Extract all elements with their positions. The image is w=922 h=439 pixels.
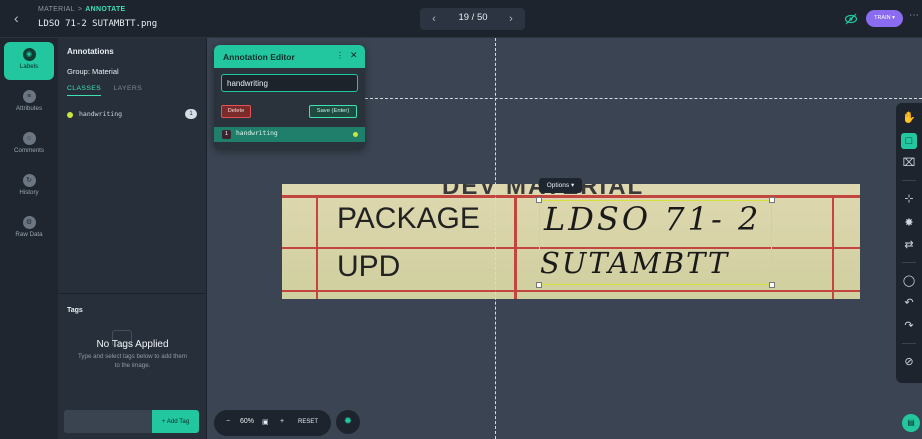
comment-icon[interactable]: ◯: [901, 273, 917, 289]
fit-screen-icon[interactable]: ▣: [262, 418, 269, 426]
repeat-icon[interactable]: ⇄: [901, 237, 917, 253]
comment-icon: ○: [22, 132, 36, 145]
add-tag-button[interactable]: + Add Tag: [152, 410, 199, 433]
rail-item-raw-data[interactable]: ⚙ Raw Data: [4, 210, 54, 248]
chat-icon[interactable]: ▤: [902, 414, 920, 432]
resize-handle-top-right[interactable]: [769, 197, 775, 203]
toolbar-divider: [902, 343, 916, 344]
annotations-panel: Annotations Group: Material CLASSES LAYE…: [58, 38, 207, 439]
resize-handle-bottom-right[interactable]: [769, 282, 775, 288]
crosshair-horizontal: [360, 98, 922, 99]
rail-item-attributes[interactable]: ≡ Attributes: [4, 84, 54, 122]
zoom-out-button[interactable]: −: [226, 418, 230, 425]
tags-title: Tags: [67, 307, 83, 314]
class-item-handwriting[interactable]: handwriting 1: [67, 109, 197, 121]
save-button[interactable]: Save (Enter): [309, 105, 357, 118]
reset-zoom-button[interactable]: RESET: [298, 419, 318, 425]
annotation-editor: Annotation Editor ⋮ ✕ Delete Save (Enter…: [214, 45, 365, 149]
class-name-input[interactable]: [221, 74, 358, 92]
toolbar-divider: [902, 262, 916, 263]
undo-icon[interactable]: ↶: [901, 295, 917, 311]
rail-label: Attributes: [15, 105, 43, 112]
clear-icon[interactable]: ⊘: [901, 354, 917, 370]
redo-icon[interactable]: ↷: [901, 318, 917, 334]
tab-layers[interactable]: LAYERS: [113, 85, 142, 95]
zoom-in-button[interactable]: +: [280, 418, 284, 425]
group-name: Group: Material: [67, 67, 119, 76]
breadcrumb-separator: >: [77, 6, 83, 13]
resize-handle-bottom-left[interactable]: [536, 282, 542, 288]
no-tags-title: No Tags Applied: [96, 339, 169, 350]
drag-handle-icon[interactable]: ⋮: [336, 51, 344, 60]
rail-item-labels[interactable]: ◉ Labels: [4, 42, 54, 80]
breadcrumb: MATERIAL > ANNOTATE: [38, 6, 126, 13]
photo-upd-label: UPD: [337, 250, 401, 283]
photo-package-label: PACKAGE: [337, 202, 480, 235]
next-image-button[interactable]: ›: [503, 11, 519, 27]
table-line: [514, 195, 517, 299]
options-label: Options: [546, 182, 570, 189]
bounding-box-handwriting[interactable]: [539, 200, 772, 285]
tags-divider: [58, 293, 207, 294]
rail-item-comments[interactable]: ○ Comments: [4, 126, 54, 164]
breadcrumb-parent[interactable]: MATERIAL: [38, 6, 75, 13]
table-line: [316, 195, 318, 299]
left-rail: ◉ Labels ≡ Attributes ○ Comments ↻ Histo…: [0, 38, 58, 439]
pan-hand-icon[interactable]: ✋: [901, 110, 917, 126]
options-button[interactable]: Options ▾: [539, 178, 582, 193]
file-name: LDSO 71-2 SUTAMBTT.png: [38, 19, 158, 29]
panel-title: Annotations: [67, 47, 114, 56]
back-arrow-icon[interactable]: ‹: [14, 10, 28, 26]
rail-label: Labels: [19, 63, 39, 70]
table-line: [282, 290, 860, 292]
more-options-icon[interactable]: ⋯: [909, 10, 919, 21]
page-counter: 19 / 50: [458, 12, 488, 23]
tab-classes[interactable]: CLASSES: [67, 85, 102, 96]
class-color-dot: [67, 112, 73, 118]
panel-tabs: CLASSES LAYERS: [67, 85, 152, 96]
toolbar-divider: [902, 180, 916, 181]
image-pager: ‹ 19 / 50 ›: [420, 8, 525, 30]
close-icon[interactable]: ✕: [350, 50, 358, 61]
train-label: TRAIN: [874, 15, 891, 21]
table-line: [832, 195, 834, 299]
rail-label: History: [19, 189, 39, 196]
zoom-controls: − 60% ▣ + RESET: [214, 410, 331, 436]
bounding-box-tool-icon[interactable]: □: [901, 133, 917, 149]
tag-icon: ◉: [22, 48, 36, 61]
brightness-icon[interactable]: ✹: [336, 410, 360, 434]
visibility-icon[interactable]: [844, 12, 858, 26]
rail-label: Comments: [14, 147, 44, 154]
rail-item-history[interactable]: ↻ History: [4, 168, 54, 206]
crop-tool-icon[interactable]: ⌧: [901, 155, 917, 171]
crosshair-vertical: [495, 38, 496, 439]
class-name: handwriting: [79, 110, 123, 118]
database-icon: ⚙: [22, 216, 36, 229]
class-count-badge: 1: [185, 109, 197, 119]
resize-handle-top-left[interactable]: [536, 197, 542, 203]
train-button[interactable]: TRAIN ▾: [866, 10, 903, 27]
no-tags-hint: Type and select tags below to add them t…: [77, 353, 188, 369]
tag-input[interactable]: [64, 410, 152, 433]
class-index-badge: 1: [222, 130, 231, 139]
top-bar: ‹ MATERIAL > ANNOTATE LDSO 71-2 SUTAMBTT.p…: [0, 0, 922, 38]
tool-palette: ✋ □ ⌧ ⊹ ✸ ⇄ ◯ ↶ ↷ ⊘: [896, 103, 922, 383]
smart-select-icon[interactable]: ⊹: [901, 191, 917, 207]
class-row-label: handwriting: [236, 130, 278, 137]
sliders-icon: ≡: [22, 90, 36, 103]
zoom-level: 60%: [240, 418, 255, 425]
editor-class-row[interactable]: 1 handwriting: [214, 127, 365, 142]
rail-label: Raw Data: [15, 231, 43, 238]
previous-image-button[interactable]: ‹: [426, 11, 442, 27]
editor-title: Annotation Editor: [223, 52, 295, 62]
delete-button[interactable]: Delete: [221, 105, 251, 118]
breadcrumb-current: ANNOTATE: [85, 6, 126, 13]
history-icon: ↻: [22, 174, 36, 187]
magic-wand-icon[interactable]: ✸: [901, 215, 917, 231]
class-color-dot: [353, 132, 358, 137]
